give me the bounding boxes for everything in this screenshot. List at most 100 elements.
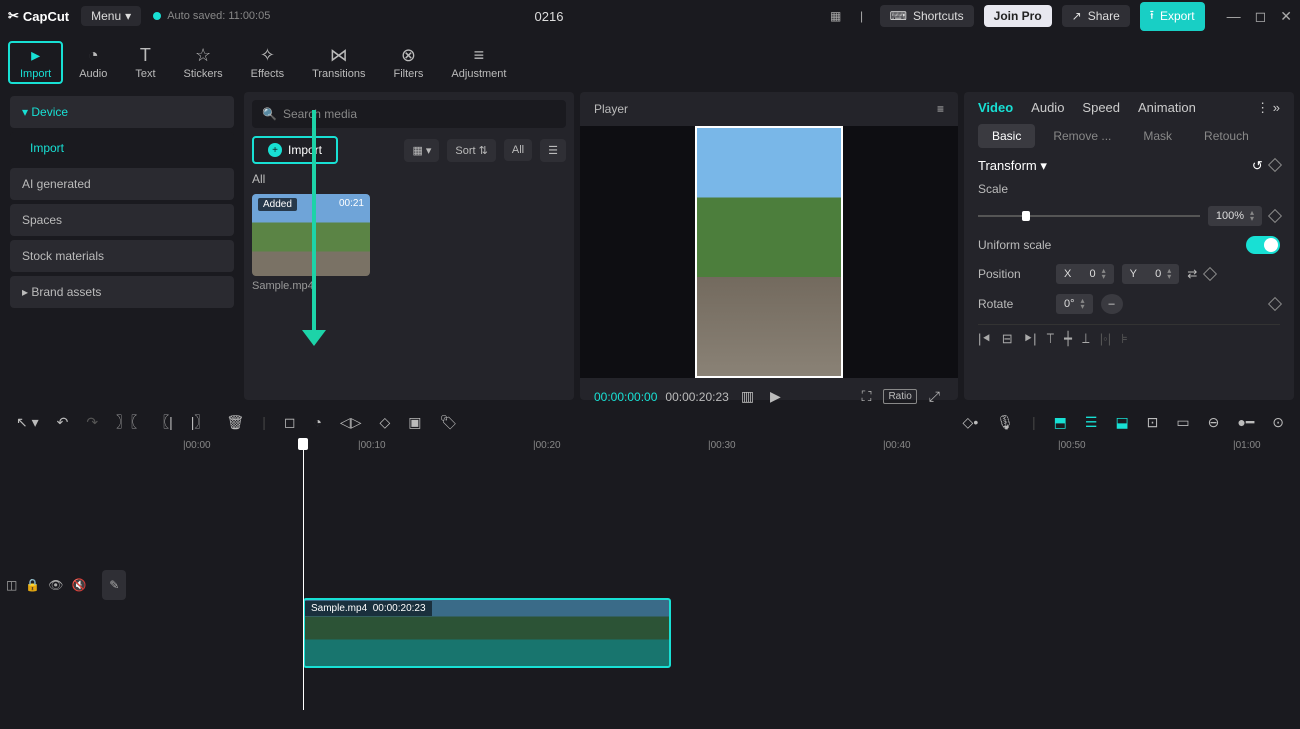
sidebar-item-spaces[interactable]: Spaces	[10, 204, 234, 236]
record-icon[interactable]: ▭	[1176, 414, 1189, 431]
crop-icon[interactable]: ◻	[284, 414, 296, 431]
sidebar-item-import[interactable]: Import	[10, 132, 234, 164]
uniform-toggle[interactable]	[1246, 236, 1280, 254]
tab-effects[interactable]: ✧Effects	[239, 41, 296, 84]
link-icon[interactable]: ⇄	[1187, 267, 1197, 281]
distrib-h-icon[interactable]: |◦|	[1100, 331, 1111, 347]
import-media-button[interactable]: +Import	[252, 136, 338, 164]
delete-icon[interactable]: 🗑	[226, 414, 244, 431]
align-center-v-icon[interactable]: ┿	[1064, 331, 1072, 347]
keyframe-icon[interactable]	[1268, 158, 1282, 172]
sidebar-item-ai[interactable]: AI generated	[10, 168, 234, 200]
minimize-button[interactable]: —	[1227, 8, 1241, 25]
trim-right-icon[interactable]: |〗	[191, 412, 209, 432]
sidebar-item-device[interactable]: ▾ Device	[10, 96, 234, 128]
tab-audio[interactable]: ◔Audio	[67, 41, 119, 84]
zoom-fit-icon[interactable]: ⊙	[1272, 414, 1284, 431]
search-input[interactable]: 🔍 Search media	[252, 100, 566, 128]
pos-x-box[interactable]: X 0▴▾	[1056, 264, 1114, 284]
sidebar-item-brand[interactable]: ▸ Brand assets	[10, 276, 234, 308]
sidebar-item-stock[interactable]: Stock materials	[10, 240, 234, 272]
tab-text[interactable]: TText	[123, 41, 167, 84]
keyframe-icon[interactable]	[1268, 297, 1282, 311]
align-center-h-icon[interactable]: ⊟	[1002, 331, 1013, 347]
scale-icon[interactable]: ⛶	[858, 386, 876, 407]
subtab-retouch[interactable]: Retouch	[1190, 124, 1263, 148]
filter-icon-button[interactable]: ☰	[540, 139, 566, 162]
layout-icon[interactable]: ▦	[828, 9, 844, 23]
speed-icon[interactable]: ◔	[313, 414, 321, 430]
tab-adjustment[interactable]: ≡Adjustment	[439, 41, 518, 84]
split-icon[interactable]: 〗〖	[116, 412, 137, 432]
undo-icon[interactable]: ↶	[57, 414, 69, 431]
edit-track-button[interactable]: ✎	[102, 570, 126, 600]
fullscreen-icon[interactable]: ⤢	[925, 386, 944, 407]
redo-icon[interactable]: ↷	[86, 414, 98, 431]
mirror-icon[interactable]: ◁▷	[340, 414, 362, 431]
eye-icon[interactable]: 👁	[48, 578, 63, 592]
rotate-dash[interactable]: –	[1101, 294, 1123, 314]
align-right-icon[interactable]: ⯈|	[1023, 331, 1037, 347]
video-clip[interactable]: Sample.mp4 00:00:20:23	[303, 598, 671, 668]
pro-tool-icon[interactable]: 🏷	[439, 414, 457, 431]
keyframe-icon[interactable]	[1203, 267, 1217, 281]
trim-left-icon[interactable]: 〖|	[155, 412, 173, 432]
subtab-mask[interactable]: Mask	[1129, 124, 1186, 148]
filter-all-button[interactable]: All	[504, 139, 532, 161]
share-button[interactable]: ↗ Share	[1062, 5, 1130, 27]
align-top-icon[interactable]: ⟙	[1046, 331, 1054, 347]
ptab-speed[interactable]: Speed	[1082, 100, 1120, 116]
view-grid-button[interactable]: ▦ ▾	[404, 139, 439, 162]
ratio-button[interactable]: Ratio	[883, 389, 916, 404]
ptab-audio[interactable]: Audio	[1031, 100, 1064, 116]
lock-icon[interactable]: 🔒	[25, 578, 40, 592]
tab-stickers[interactable]: ☆Stickers	[172, 41, 235, 84]
tab-transitions[interactable]: ⋈Transitions	[300, 41, 377, 84]
subtab-basic[interactable]: Basic	[978, 124, 1035, 148]
compare-icon[interactable]: ▥	[737, 386, 758, 407]
menu-dropdown[interactable]: Menu ▾	[81, 6, 141, 26]
rotate-icon[interactable]: ◇	[379, 414, 390, 431]
cover-icon[interactable]: ◫	[6, 578, 17, 592]
align-left-icon[interactable]: |⯇	[978, 331, 992, 347]
stepper-icon[interactable]: ▴▾	[1250, 210, 1254, 222]
subtab-remove[interactable]: Remove ...	[1039, 124, 1125, 148]
shortcuts-button[interactable]: ⌨ Shortcuts	[880, 5, 974, 27]
player-menu-icon[interactable]: ≡	[937, 102, 944, 116]
rotate-box[interactable]: 0°▴▾	[1056, 294, 1093, 314]
ptab-video[interactable]: Video	[978, 100, 1013, 116]
zoom-slider-icon[interactable]: ●━	[1237, 414, 1254, 431]
player-view[interactable]	[580, 126, 958, 378]
scale-value-box[interactable]: 100%▴▾	[1208, 206, 1262, 226]
mic-icon[interactable]: 🎙	[996, 414, 1014, 431]
magnet-icon[interactable]: ⬒	[1054, 414, 1067, 431]
scale-slider[interactable]	[978, 215, 1200, 217]
link-icon[interactable]: ⬓	[1115, 414, 1128, 431]
cursor-tool-icon[interactable]: ↖ ▾	[16, 414, 39, 431]
pos-y-box[interactable]: Y 0▴▾	[1122, 264, 1180, 284]
keyframe-icon[interactable]	[1268, 209, 1282, 223]
distrib-v-icon[interactable]: ⊧	[1121, 331, 1128, 347]
tab-import[interactable]: ▸Import	[8, 41, 63, 84]
playhead[interactable]	[303, 438, 304, 710]
close-button[interactable]: ✕	[1280, 8, 1292, 25]
maximize-button[interactable]: ◻	[1255, 8, 1267, 25]
snap-icon[interactable]: ☰	[1085, 414, 1098, 431]
tracks[interactable]: Sample.mp4 00:00:20:23	[126, 460, 1294, 710]
sort-button[interactable]: Sort ⇅	[447, 139, 495, 162]
ptab-more[interactable]: ⋮ »	[1256, 100, 1280, 116]
mute-icon[interactable]: 🔇	[72, 578, 87, 592]
zoom-out-icon[interactable]: ⊖	[1208, 414, 1220, 431]
tag-icon[interactable]: ◇•	[963, 414, 979, 431]
crop2-icon[interactable]: ▣	[408, 414, 421, 431]
align-bottom-icon[interactable]: ⟘	[1082, 331, 1090, 347]
tab-filters[interactable]: ⊗Filters	[381, 41, 435, 84]
export-button[interactable]: ⭱ Export	[1140, 2, 1205, 31]
preview-icon[interactable]: ⊡	[1147, 414, 1159, 431]
join-pro-button[interactable]: Join Pro	[984, 5, 1052, 27]
reset-icon[interactable]: ↺	[1252, 158, 1263, 173]
play-button[interactable]: ▶	[766, 386, 785, 407]
media-thumb[interactable]: Added 00:21	[252, 194, 370, 276]
ptab-animation[interactable]: Animation	[1138, 100, 1196, 116]
timeline-ruler[interactable]: |00:00 |00:10 |00:20 |00:30 |00:40 |00:5…	[6, 438, 1294, 460]
